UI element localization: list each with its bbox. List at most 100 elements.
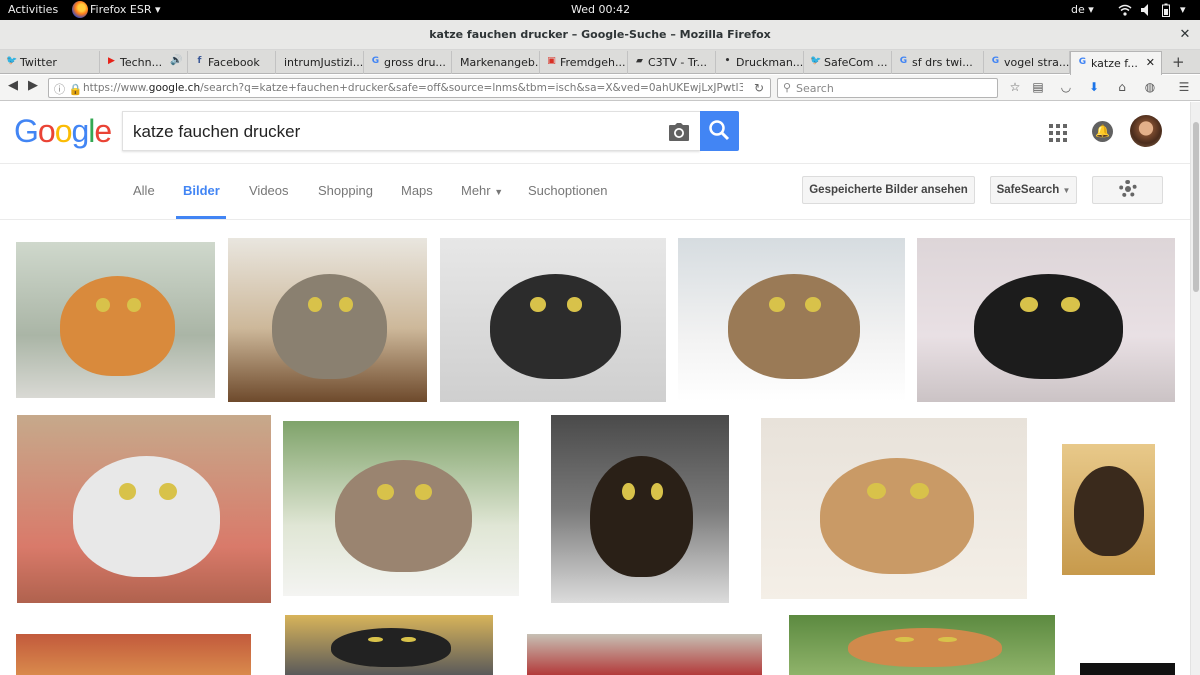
google-search-input[interactable]: katze fauchen drucker [122, 111, 700, 151]
back-button[interactable]: ◀ [8, 78, 18, 93]
google-search-button[interactable] [700, 111, 739, 151]
account-avatar[interactable] [1130, 115, 1162, 147]
cat-eye [95, 298, 110, 313]
home-icon[interactable]: ⌂ [1114, 79, 1130, 95]
caret-down-icon: ▼ [494, 187, 504, 197]
close-tab-icon[interactable]: ✕ [1146, 56, 1155, 69]
tab-videos[interactable]: Videos [249, 183, 289, 198]
reload-icon[interactable]: ↻ [754, 81, 764, 95]
browser-tab[interactable]: 🐦 Twitter [0, 51, 100, 74]
volume-icon[interactable] [1140, 3, 1152, 17]
cat-eye [118, 482, 137, 500]
firefox-logo-icon [72, 1, 88, 18]
image-result-thumbnail[interactable] [17, 415, 271, 603]
window-close-button[interactable]: ✕ [1176, 26, 1194, 44]
search-query: katze fauchen drucker [133, 122, 301, 141]
safesearch-button[interactable]: SafeSearch ▼ [990, 176, 1077, 204]
image-result-thumbnail[interactable] [527, 634, 762, 675]
bookmark-star-icon[interactable]: ☆ [1007, 79, 1023, 95]
battery-icon[interactable] [1162, 3, 1170, 17]
youtube-icon: ▶ [108, 56, 115, 66]
browser-tab-label: Techn... [120, 56, 163, 69]
scrollbar-thumb[interactable] [1193, 122, 1199, 292]
google-g-icon: G [899, 56, 908, 66]
cat-shape [489, 274, 621, 380]
search-placeholder: Search [796, 82, 834, 95]
browser-tab[interactable]: f Facebook [188, 51, 276, 74]
cat-eye [622, 482, 635, 500]
wifi-icon[interactable] [1118, 4, 1132, 16]
page-scrollbar[interactable] [1190, 102, 1200, 675]
browser-tab[interactable]: ▶ Techn... 🔊 [100, 51, 188, 74]
site-info-icon[interactable]: ⓘ 🔒 [54, 81, 82, 97]
google-apps-icon[interactable] [1049, 124, 1067, 142]
browser-tab[interactable]: Ggross dru... [364, 51, 452, 74]
image-result-thumbnail[interactable] [1080, 663, 1175, 675]
cat-eye [768, 297, 785, 312]
image-result-thumbnail[interactable] [283, 421, 519, 596]
url-bar[interactable]: ⓘ 🔒 https://www.google.ch/search?q=katze… [48, 78, 771, 98]
caret-down-icon: ▼ [1062, 186, 1071, 195]
browser-tab[interactable]: ▰ C3TV - Tr... [628, 51, 716, 74]
clock[interactable]: Wed 00:42 [571, 3, 630, 16]
browser-tab[interactable]: Gvogel stra... [984, 51, 1070, 74]
app-menu[interactable]: Firefox ESR ▾ [90, 3, 161, 16]
notifications-bell-icon[interactable]: 🔔 [1092, 121, 1113, 142]
chevron-down-icon: ▾ [154, 3, 161, 16]
activities-button[interactable]: Activities [8, 3, 58, 16]
tab-all[interactable]: Alle [133, 183, 155, 198]
image-result-thumbnail[interactable] [1040, 441, 1175, 576]
gnome-top-bar: Activities Firefox ESR ▾ Wed 00:42 de ▾ … [0, 0, 1200, 20]
system-menu-chevron-icon[interactable]: ▾ [1180, 3, 1186, 16]
cat-eye [566, 297, 583, 312]
download-icon[interactable]: ⬇ [1086, 79, 1102, 95]
browser-tab[interactable]: ▣ Fremdgeh... [540, 51, 628, 74]
image-result-thumbnail[interactable] [678, 238, 905, 402]
cat-eye [1061, 297, 1080, 312]
browser-tab[interactable]: Markenangeb... [452, 51, 540, 74]
image-result-thumbnail[interactable] [761, 418, 1027, 599]
browser-tab[interactable]: 🐦 SafeCom ... [804, 51, 892, 74]
image-result-thumbnail[interactable] [440, 238, 666, 402]
image-result-thumbnail[interactable] [917, 238, 1175, 402]
tab-more[interactable]: Mehr ▼ [461, 183, 503, 198]
window-title: katze fauchen drucker – Google-Suche – M… [429, 28, 771, 41]
google-g-icon: G [1078, 57, 1087, 67]
cat-shape [973, 274, 1124, 380]
hamburger-menu-icon[interactable]: ☰ [1176, 79, 1192, 95]
tab-search-tools[interactable]: Suchoptionen [528, 183, 608, 198]
pocket-icon[interactable]: ◡ [1058, 79, 1074, 95]
sync-icon[interactable]: ◍ [1142, 79, 1158, 95]
keyboard-layout-indicator[interactable]: de ▾ [1071, 3, 1094, 16]
new-tab-button[interactable]: + [1172, 53, 1185, 71]
tab-images[interactable]: Bilder [183, 183, 220, 198]
browser-tab[interactable]: intrumJustizi... [276, 51, 364, 74]
browser-tab[interactable]: Gkatze f... ✕ [1070, 51, 1162, 75]
forward-button[interactable]: ▶ [28, 78, 38, 93]
image-result-thumbnail[interactable] [228, 238, 427, 402]
browser-tab[interactable]: • Druckman... [716, 51, 804, 74]
tab-maps[interactable]: Maps [401, 183, 433, 198]
browser-search-field[interactable]: ⚲ Search [777, 78, 998, 98]
image-result-thumbnail[interactable] [551, 415, 729, 603]
reading-list-icon[interactable]: ▤ [1030, 79, 1046, 95]
google-search-tabs: Alle Bilder Videos Shopping Maps Mehr ▼ … [0, 163, 1190, 220]
window-titlebar: katze fauchen drucker – Google-Suche – M… [0, 20, 1200, 50]
c3tv-icon: ▰ [636, 56, 643, 66]
saved-images-button[interactable]: Gespeicherte Bilder ansehen [802, 176, 975, 204]
tab-more-label: Mehr [461, 183, 491, 198]
image-result-thumbnail[interactable] [789, 615, 1055, 675]
cat-shape [819, 457, 974, 574]
image-result-thumbnail[interactable] [16, 634, 251, 675]
browser-tab[interactable]: Gsf drs twi... [892, 51, 984, 74]
browser-tab-label: katze f... [1091, 57, 1138, 70]
google-logo[interactable]: Google [14, 113, 112, 150]
camera-icon[interactable] [668, 122, 690, 142]
safesearch-label: SafeSearch [996, 184, 1060, 196]
arrow-right-icon: ▶ [28, 78, 38, 93]
tab-shopping[interactable]: Shopping [318, 183, 373, 198]
speaker-icon[interactable]: 🔊 [170, 55, 182, 66]
cat-eye [1020, 297, 1039, 312]
image-result-thumbnail[interactable] [285, 615, 493, 675]
image-result-thumbnail[interactable] [16, 242, 215, 398]
